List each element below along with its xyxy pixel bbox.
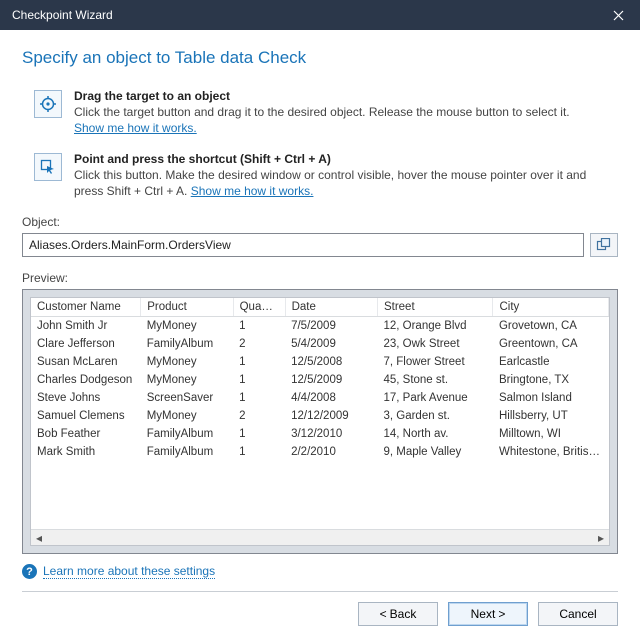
column-header[interactable]: Customer Name <box>31 298 141 317</box>
table-cell: 1 <box>233 317 285 336</box>
table-cell: 45, Stone st. <box>377 371 493 389</box>
instruction-drag-link[interactable]: Show me how it works. <box>74 121 197 135</box>
close-icon <box>613 10 624 21</box>
table-row[interactable]: Susan McLarenMyMoney112/5/20087, Flower … <box>31 353 609 371</box>
table-cell: 12/12/2009 <box>285 407 377 425</box>
table-row[interactable]: Clare JeffersonFamilyAlbum25/4/200923, O… <box>31 335 609 353</box>
table-cell: Charles Dodgeson <box>31 371 141 389</box>
preview-panel: Customer NameProductQuantityDateStreetCi… <box>22 289 618 554</box>
next-button[interactable]: Next > <box>448 602 528 626</box>
table-cell: Grovetown, CA <box>493 317 609 336</box>
object-label: Object: <box>22 215 618 229</box>
column-header[interactable]: City <box>493 298 609 317</box>
instruction-shortcut: Point and press the shortcut (Shift + Ct… <box>22 147 618 210</box>
table-cell: 1 <box>233 371 285 389</box>
table-cell: 12, Orange Blvd <box>377 317 493 336</box>
column-header[interactable]: Street <box>377 298 493 317</box>
table-cell: 9, Maple Valley <box>377 443 493 461</box>
instruction-drag-desc: Click the target button and drag it to t… <box>74 105 570 119</box>
object-browse-icon <box>596 238 612 252</box>
table-cell: 17, Park Avenue <box>377 389 493 407</box>
back-button[interactable]: < Back <box>358 602 438 626</box>
preview-grid[interactable]: Customer NameProductQuantityDateStreetCi… <box>30 297 610 546</box>
table-cell: Mark Smith <box>31 443 141 461</box>
point-icon <box>40 159 56 175</box>
table-cell: FamilyAlbum <box>141 443 233 461</box>
window-title: Checkpoint Wizard <box>12 8 113 22</box>
horizontal-scrollbar[interactable]: ◂ ▸ <box>31 529 609 545</box>
table-cell: MyMoney <box>141 371 233 389</box>
table-cell: 12/5/2008 <box>285 353 377 371</box>
table-cell: MyMoney <box>141 353 233 371</box>
cancel-button[interactable]: Cancel <box>538 602 618 626</box>
column-header[interactable]: Quantity <box>233 298 285 317</box>
table-cell: Samuel Clemens <box>31 407 141 425</box>
table-cell: Greentown, CA <box>493 335 609 353</box>
table-cell: 1 <box>233 425 285 443</box>
close-button[interactable] <box>596 0 640 30</box>
table-cell: Susan McLaren <box>31 353 141 371</box>
table-cell: 2 <box>233 335 285 353</box>
table-row[interactable]: John Smith JrMyMoney17/5/200912, Orange … <box>31 317 609 336</box>
drag-target-button[interactable] <box>34 90 62 118</box>
instruction-shortcut-desc: Click this button. Make the desired wind… <box>74 168 586 198</box>
table-cell: 7, Flower Street <box>377 353 493 371</box>
table-cell: 12/5/2009 <box>285 371 377 389</box>
table-cell: 2/2/2010 <box>285 443 377 461</box>
object-input[interactable] <box>22 233 584 257</box>
table-cell: 1 <box>233 389 285 407</box>
table-cell: 14, North av. <box>377 425 493 443</box>
table-row[interactable]: Bob FeatherFamilyAlbum13/12/201014, Nort… <box>31 425 609 443</box>
instruction-shortcut-link[interactable]: Show me how it works. <box>191 184 314 198</box>
table-cell: Bob Feather <box>31 425 141 443</box>
table-row[interactable]: Steve JohnsScreenSaver14/4/200817, Park … <box>31 389 609 407</box>
instruction-drag: Drag the target to an object Click the t… <box>22 84 618 147</box>
table-cell: Whitestone, British Columbia <box>493 443 609 461</box>
help-icon: ? <box>22 564 37 579</box>
table-cell: 3, Garden st. <box>377 407 493 425</box>
table-cell: Bringtone, TX <box>493 371 609 389</box>
footer-divider <box>22 591 618 592</box>
table-cell: MyMoney <box>141 317 233 336</box>
table-cell: 7/5/2009 <box>285 317 377 336</box>
column-header[interactable]: Product <box>141 298 233 317</box>
point-shortcut-button[interactable] <box>34 153 62 181</box>
table-cell: 2 <box>233 407 285 425</box>
table-cell: 1 <box>233 353 285 371</box>
table-cell: MyMoney <box>141 407 233 425</box>
table-cell: Clare Jefferson <box>31 335 141 353</box>
table-cell: Earlcastle <box>493 353 609 371</box>
object-browse-button[interactable] <box>590 233 618 257</box>
table-cell: ScreenSaver <box>141 389 233 407</box>
table-row[interactable]: Mark SmithFamilyAlbum12/2/20109, Maple V… <box>31 443 609 461</box>
table-cell: Salmon Island <box>493 389 609 407</box>
table-cell: John Smith Jr <box>31 317 141 336</box>
table-cell: 4/4/2008 <box>285 389 377 407</box>
instruction-drag-title: Drag the target to an object <box>74 88 618 104</box>
table-cell: Steve Johns <box>31 389 141 407</box>
table-row[interactable]: Samuel ClemensMyMoney212/12/20093, Garde… <box>31 407 609 425</box>
scroll-right-arrow[interactable]: ▸ <box>593 531 609 545</box>
table-cell: 3/12/2010 <box>285 425 377 443</box>
table-cell: 1 <box>233 443 285 461</box>
table-cell: 5/4/2009 <box>285 335 377 353</box>
table-cell: Milltown, WI <box>493 425 609 443</box>
table-cell: FamilyAlbum <box>141 425 233 443</box>
preview-label: Preview: <box>22 271 618 285</box>
column-header[interactable]: Date <box>285 298 377 317</box>
table-cell: FamilyAlbum <box>141 335 233 353</box>
wizard-footer: < Back Next > Cancel <box>22 602 618 626</box>
target-icon <box>40 96 56 112</box>
table-cell: Hillsberry, UT <box>493 407 609 425</box>
preview-table: Customer NameProductQuantityDateStreetCi… <box>31 298 609 461</box>
titlebar: Checkpoint Wizard <box>0 0 640 30</box>
instruction-shortcut-title: Point and press the shortcut (Shift + Ct… <box>74 151 618 167</box>
table-row[interactable]: Charles DodgesonMyMoney112/5/200945, Sto… <box>31 371 609 389</box>
table-cell: 23, Owk Street <box>377 335 493 353</box>
learn-more-link[interactable]: Learn more about these settings <box>43 564 215 579</box>
scroll-left-arrow[interactable]: ◂ <box>31 531 47 545</box>
page-heading: Specify an object to Table data Check <box>22 48 618 68</box>
